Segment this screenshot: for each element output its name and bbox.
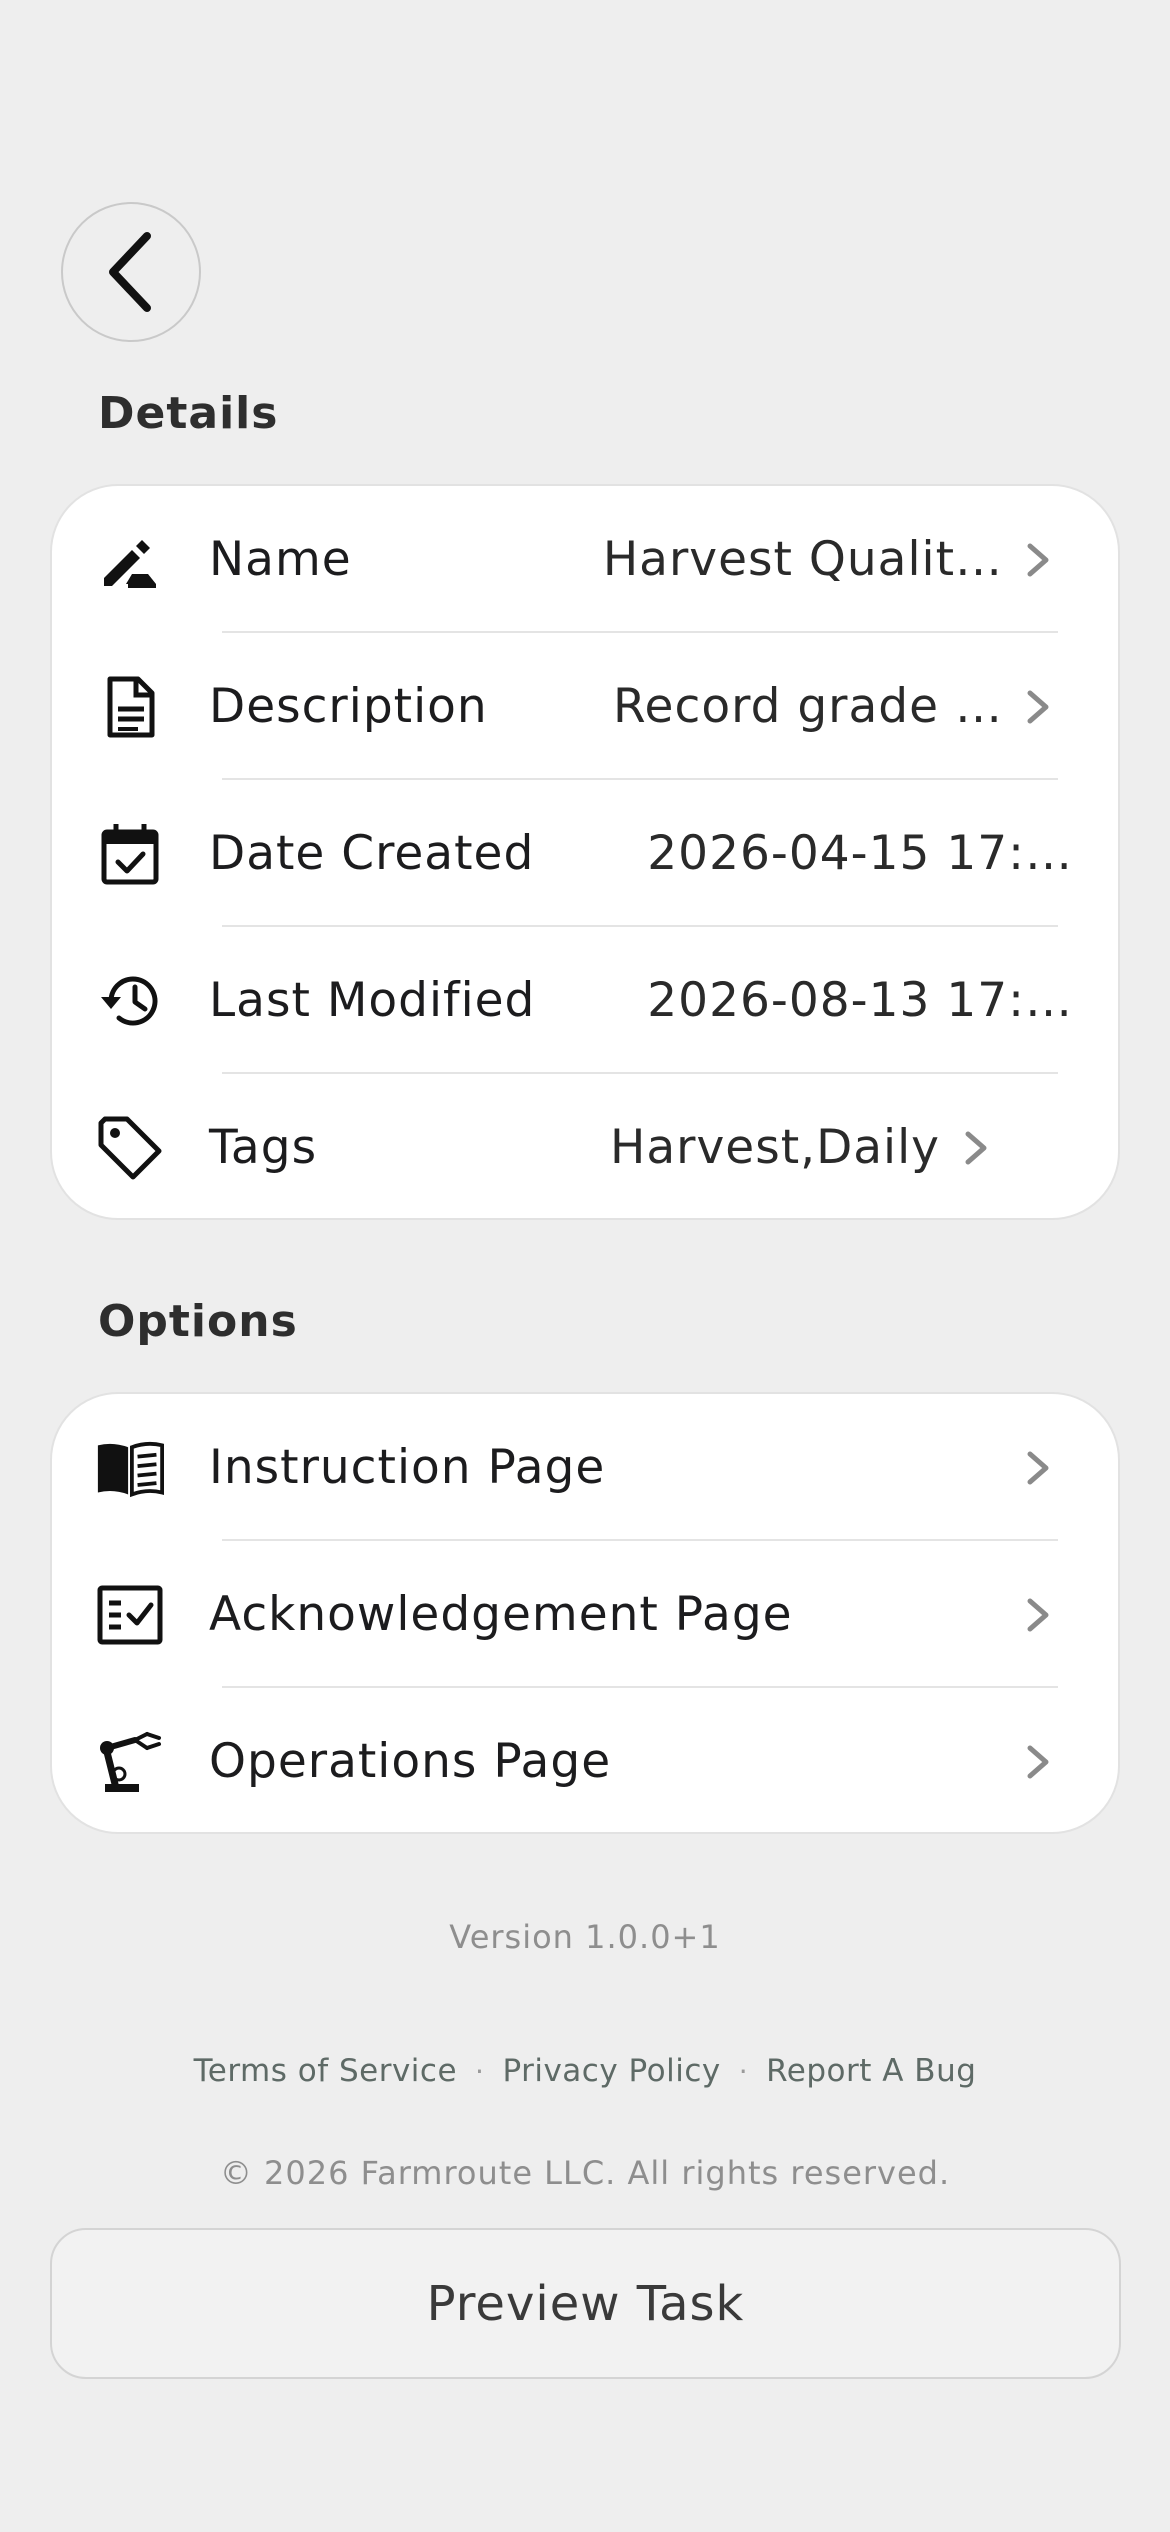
open-book-icon <box>96 1434 164 1502</box>
details-card: Name Harvest Qualit… Description Record … <box>50 484 1120 1220</box>
edit-pencil-icon <box>96 526 164 594</box>
option-row-operations-page[interactable]: Operations Page <box>52 1688 1118 1832</box>
document-icon <box>96 673 164 741</box>
report-bug-link[interactable]: Report A Bug <box>766 2053 976 2089</box>
chevron-right-icon <box>965 1131 987 1165</box>
option-row-instruction-page[interactable]: Instruction Page <box>52 1394 1118 1541</box>
option-label: Acknowledgement Page <box>209 1587 793 1642</box>
preview-task-button[interactable]: Preview Task <box>50 2228 1121 2379</box>
detail-value: Record grade … <box>613 679 1003 734</box>
chevron-right-icon <box>1027 690 1049 724</box>
detail-label: Description <box>209 679 488 734</box>
detail-value: 2026-04-15 17:… <box>647 826 1073 881</box>
option-row-acknowledgement-page[interactable]: Acknowledgement Page <box>52 1541 1118 1688</box>
detail-row-last-modified: Last Modified 2026-08-13 17:… <box>52 927 1118 1074</box>
detail-label: Date Created <box>209 826 535 881</box>
footer-links: Terms of Service · Privacy Policy · Repo… <box>0 2053 1170 2089</box>
detail-label: Name <box>209 532 352 587</box>
privacy-policy-link[interactable]: Privacy Policy <box>502 2053 720 2089</box>
option-label: Operations Page <box>209 1734 612 1789</box>
link-separator: · <box>475 2054 485 2088</box>
robot-arm-icon <box>96 1728 164 1796</box>
calendar-check-icon <box>96 820 164 888</box>
chevron-right-icon <box>1027 1598 1049 1632</box>
detail-label: Tags <box>209 1120 318 1175</box>
detail-row-name[interactable]: Name Harvest Qualit… <box>52 486 1118 633</box>
detail-label: Last Modified <box>209 973 536 1028</box>
detail-row-date-created: Date Created 2026-04-15 17:… <box>52 780 1118 927</box>
options-section-title: Options <box>98 1296 298 1347</box>
detail-row-tags[interactable]: Tags Harvest,Daily <box>52 1074 1118 1218</box>
detail-value: Harvest Qualit… <box>602 532 1003 587</box>
copyright-text: © 2026 Farmroute LLC. All rights reserve… <box>219 2154 951 2192</box>
link-separator: · <box>738 2054 749 2088</box>
terms-of-service-link[interactable]: Terms of Service <box>194 2053 457 2089</box>
details-section-title: Details <box>98 388 279 439</box>
tag-icon <box>96 1114 164 1182</box>
detail-row-description[interactable]: Description Record grade … <box>52 633 1118 780</box>
chevron-right-icon <box>1027 1451 1049 1485</box>
chevron-right-icon <box>1027 543 1049 577</box>
back-button[interactable] <box>61 202 201 342</box>
options-card: Instruction Page Acknowledgement Page Op… <box>50 1392 1120 1834</box>
checklist-icon <box>96 1581 164 1649</box>
chevron-left-icon <box>109 232 151 312</box>
option-label: Instruction Page <box>209 1440 606 1495</box>
detail-value: 2026-08-13 17:… <box>647 973 1073 1028</box>
detail-value: Harvest,Daily <box>610 1120 940 1175</box>
version-text: Version 1.0.0+1 <box>449 1918 721 1956</box>
chevron-right-icon <box>1027 1745 1049 1779</box>
history-icon <box>96 967 164 1035</box>
